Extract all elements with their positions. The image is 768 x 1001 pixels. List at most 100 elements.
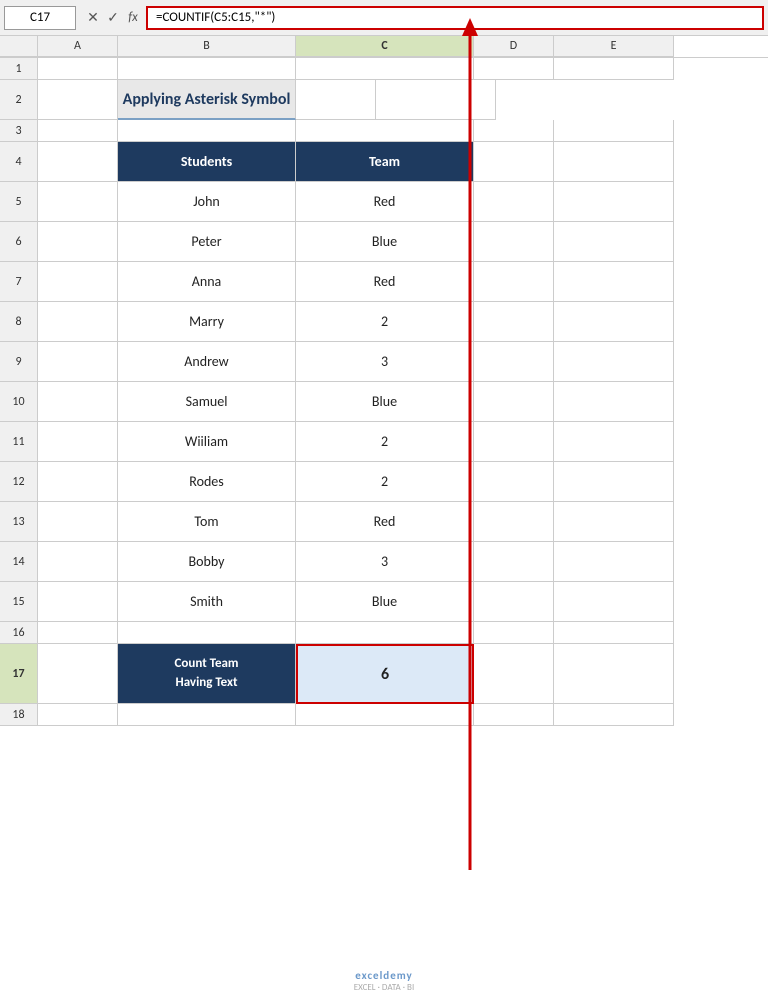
col-header-b[interactable]: B — [118, 36, 296, 57]
cell-d15[interactable] — [474, 582, 554, 622]
cancel-icon[interactable]: ✕ — [84, 9, 102, 27]
student-8[interactable]: Marry — [118, 302, 296, 342]
cell-e12[interactable] — [554, 462, 674, 502]
cell-d14[interactable] — [474, 542, 554, 582]
cell-e4[interactable] — [554, 142, 674, 182]
cell-e14[interactable] — [554, 542, 674, 582]
cell-e18[interactable] — [554, 704, 674, 726]
team-15[interactable]: Blue — [296, 582, 474, 622]
student-10[interactable]: Samuel — [118, 382, 296, 422]
cell-d4[interactable] — [474, 142, 554, 182]
cell-e11[interactable] — [554, 422, 674, 462]
cell-c3[interactable] — [296, 120, 474, 142]
cell-d10[interactable] — [474, 382, 554, 422]
cell-d17[interactable] — [474, 644, 554, 704]
cell-d12[interactable] — [474, 462, 554, 502]
cell-b16[interactable] — [118, 622, 296, 644]
cell-b18[interactable] — [118, 704, 296, 726]
cell-e8[interactable] — [554, 302, 674, 342]
team-value: 2 — [381, 313, 388, 330]
cell-a2[interactable] — [38, 80, 118, 120]
team-11[interactable]: 2 — [296, 422, 474, 462]
cell-reference-box[interactable]: C17 — [4, 6, 76, 30]
cell-b1[interactable] — [118, 58, 296, 80]
col-header-c[interactable]: C — [296, 36, 474, 57]
cell-a18[interactable] — [38, 704, 118, 726]
cell-e1[interactable] — [554, 58, 674, 80]
result-value-cell[interactable]: 6 — [296, 644, 474, 704]
cell-a17[interactable] — [38, 644, 118, 704]
cell-d13[interactable] — [474, 502, 554, 542]
result-label-cell[interactable]: Count TeamHaving Text — [118, 644, 296, 704]
cell-d18[interactable] — [474, 704, 554, 726]
team-8[interactable]: 2 — [296, 302, 474, 342]
cell-a10[interactable] — [38, 382, 118, 422]
title-cell[interactable]: Applying Asterisk Symbol — [118, 80, 296, 120]
col-header-d[interactable]: D — [474, 36, 554, 57]
student-14[interactable]: Bobby — [118, 542, 296, 582]
team-12[interactable]: 2 — [296, 462, 474, 502]
team-header[interactable]: Team — [296, 142, 474, 182]
cell-e9[interactable] — [554, 342, 674, 382]
cell-a13[interactable] — [38, 502, 118, 542]
cell-d1[interactable] — [474, 58, 554, 80]
student-6[interactable]: Peter — [118, 222, 296, 262]
cell-e7[interactable] — [554, 262, 674, 302]
students-header[interactable]: Students — [118, 142, 296, 182]
cell-a9[interactable] — [38, 342, 118, 382]
cell-b3[interactable] — [118, 120, 296, 142]
cell-d5[interactable] — [474, 182, 554, 222]
team-5[interactable]: Red — [296, 182, 474, 222]
student-7[interactable]: Anna — [118, 262, 296, 302]
col-header-a[interactable]: A — [38, 36, 118, 57]
confirm-icon[interactable]: ✓ — [104, 9, 122, 27]
team-14[interactable]: 3 — [296, 542, 474, 582]
team-6[interactable]: Blue — [296, 222, 474, 262]
student-12[interactable]: Rodes — [118, 462, 296, 502]
cell-c18[interactable] — [296, 704, 474, 726]
student-5[interactable]: John — [118, 182, 296, 222]
cell-d7[interactable] — [474, 262, 554, 302]
cell-d8[interactable] — [474, 302, 554, 342]
team-9[interactable]: 3 — [296, 342, 474, 382]
student-9[interactable]: Andrew — [118, 342, 296, 382]
cell-e13[interactable] — [554, 502, 674, 542]
cell-d3[interactable] — [474, 120, 554, 142]
cell-d2[interactable] — [296, 80, 376, 120]
cell-a11[interactable] — [38, 422, 118, 462]
cell-d11[interactable] — [474, 422, 554, 462]
cell-a8[interactable] — [38, 302, 118, 342]
cell-a1[interactable] — [38, 58, 118, 80]
cell-a7[interactable] — [38, 262, 118, 302]
formula-value: =COUNTIF(C5:C15,"*") — [156, 10, 275, 25]
cell-a15[interactable] — [38, 582, 118, 622]
student-11[interactable]: Wiiliam — [118, 422, 296, 462]
cell-e5[interactable] — [554, 182, 674, 222]
cell-a14[interactable] — [38, 542, 118, 582]
team-13[interactable]: Red — [296, 502, 474, 542]
student-13[interactable]: Tom — [118, 502, 296, 542]
formula-input[interactable]: =COUNTIF(C5:C15,"*") — [146, 6, 764, 30]
cell-a6[interactable] — [38, 222, 118, 262]
student-15[interactable]: Smith — [118, 582, 296, 622]
cell-a5[interactable] — [38, 182, 118, 222]
cell-c16[interactable] — [296, 622, 474, 644]
cell-a3[interactable] — [38, 120, 118, 142]
cell-a4[interactable] — [38, 142, 118, 182]
cell-d16[interactable] — [474, 622, 554, 644]
team-7[interactable]: Red — [296, 262, 474, 302]
cell-d6[interactable] — [474, 222, 554, 262]
cell-e16[interactable] — [554, 622, 674, 644]
cell-e2[interactable] — [376, 80, 496, 120]
cell-e10[interactable] — [554, 382, 674, 422]
cell-c1[interactable] — [296, 58, 474, 80]
cell-e3[interactable] — [554, 120, 674, 142]
cell-e15[interactable] — [554, 582, 674, 622]
cell-e6[interactable] — [554, 222, 674, 262]
cell-a16[interactable] — [38, 622, 118, 644]
cell-e17[interactable] — [554, 644, 674, 704]
team-10[interactable]: Blue — [296, 382, 474, 422]
cell-a12[interactable] — [38, 462, 118, 502]
col-header-e[interactable]: E — [554, 36, 674, 57]
cell-d9[interactable] — [474, 342, 554, 382]
